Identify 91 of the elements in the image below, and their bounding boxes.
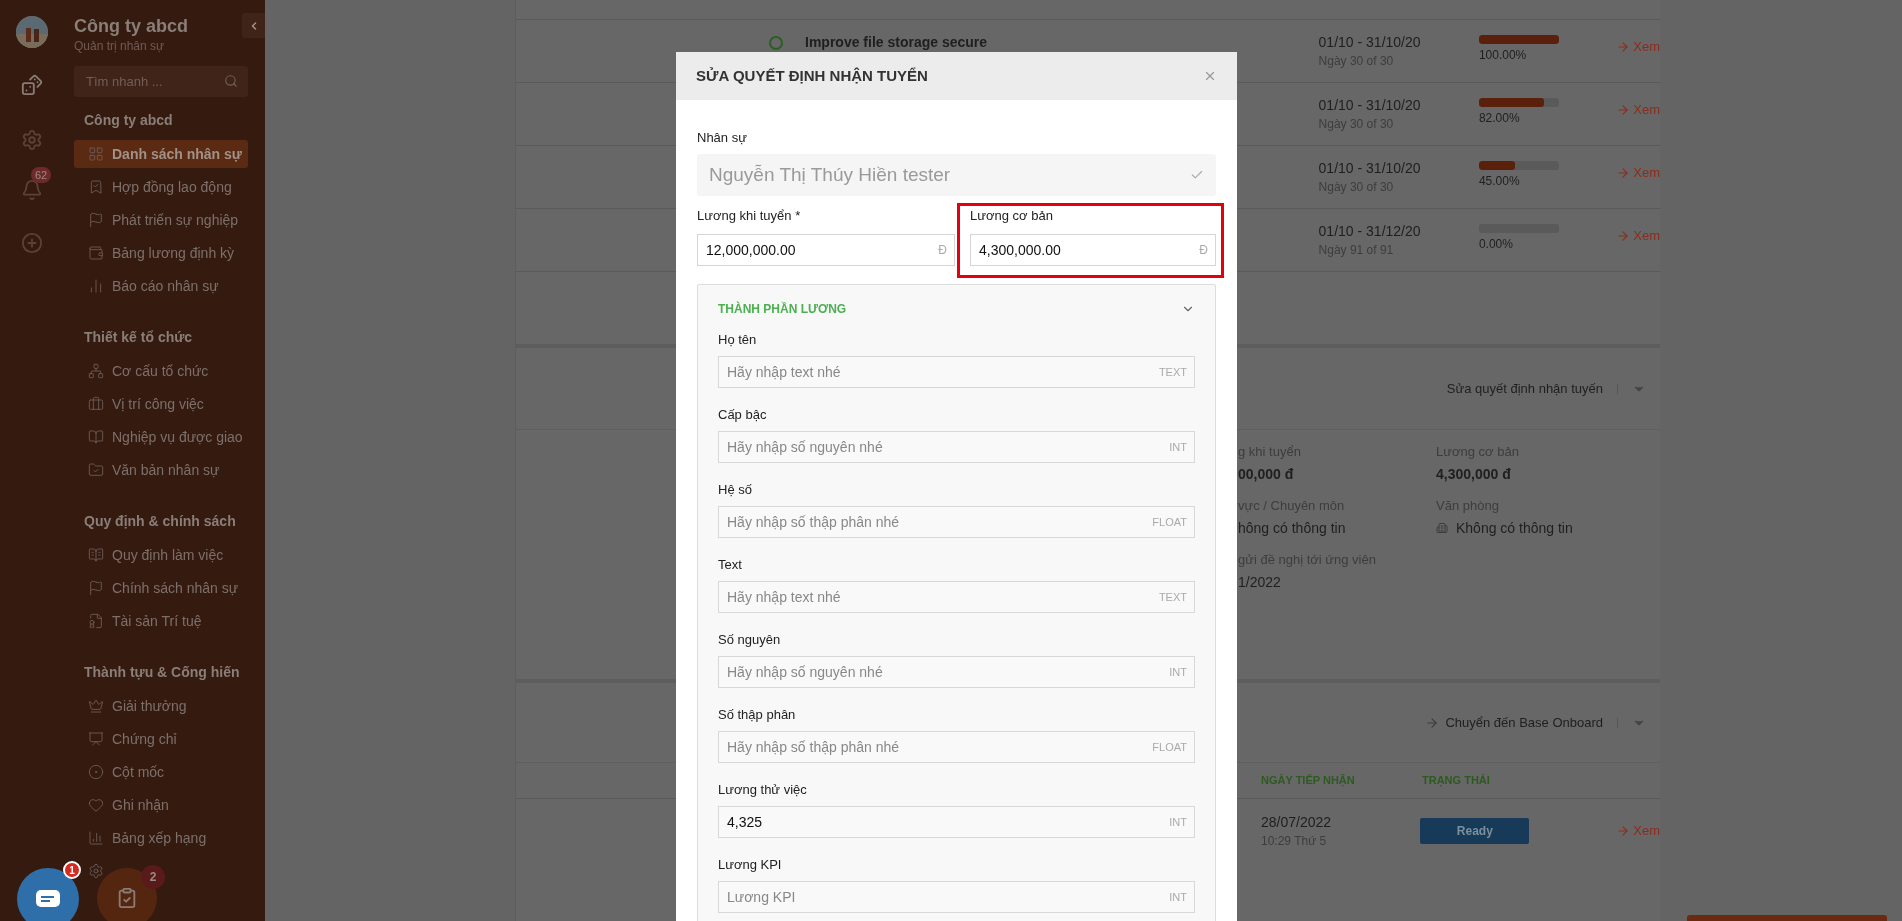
sidebar-item[interactable]: Chính sách nhân sự — [74, 574, 248, 602]
sidebar-item[interactable]: Cột mốc — [74, 758, 248, 786]
clipboard-check-icon — [116, 887, 138, 909]
sidebar-item[interactable]: Báo cáo nhân sự — [74, 272, 248, 300]
progress-percent: 100.00% — [1478, 47, 1528, 64]
arrow-right-icon — [1425, 715, 1440, 730]
search-field[interactable]: Tìm nhanh ... — [74, 66, 248, 97]
date-range: 01/10 - 31/10/20 — [1318, 33, 1422, 52]
info-value: 1/2022 — [1238, 573, 1281, 591]
currency-unit: Đ — [1199, 242, 1208, 258]
date-range: 01/10 - 31/12/20 — [1318, 222, 1422, 241]
chat-button[interactable] — [17, 868, 79, 921]
sidebar-item[interactable]: Cơ cấu tổ chức — [74, 357, 248, 385]
sidebar-item[interactable]: Văn bản nhân sự — [74, 456, 248, 484]
dice-icon[interactable] — [21, 74, 43, 96]
sidebar-item[interactable]: Hợp đồng lao động — [74, 173, 248, 201]
notification-badge: 62 — [31, 167, 52, 183]
close-icon[interactable] — [1203, 69, 1217, 83]
tasks-badge: 2 — [141, 865, 165, 889]
arrow-right-icon — [1616, 824, 1631, 838]
avatar[interactable] — [16, 16, 48, 48]
type-tag: FLOAT — [1152, 515, 1187, 529]
field-label: Lương khi tuyển * — [697, 208, 802, 224]
goal-title: Improve file storage secure — [805, 33, 988, 52]
field-label: Cấp bậc — [718, 406, 768, 423]
sidebar-item[interactable]: Quy định làm việc — [74, 541, 248, 569]
building-icon — [1436, 521, 1448, 535]
type-tag: TEXT — [1158, 590, 1187, 604]
field-label: Số nguyên — [718, 631, 782, 648]
column-header: TRẠNG THÁI — [1422, 773, 1491, 789]
progress-percent: 0.00% — [1478, 236, 1514, 253]
sidebar-item[interactable]: Bảng xếp hạng — [74, 824, 248, 852]
app-subtitle: Quản trị nhân sự — [74, 38, 166, 54]
type-tag: INT — [1169, 440, 1187, 454]
tasks-button[interactable] — [97, 868, 157, 921]
gear-icon — [88, 863, 104, 879]
date-range: 01/10 - 31/10/20 — [1318, 159, 1422, 178]
field-label: Lương KPI — [718, 856, 783, 873]
type-tag: TEXT — [1158, 365, 1187, 379]
info-value: 4,300,000 đ — [1436, 465, 1511, 483]
section-title: Công ty abcd — [83, 111, 174, 129]
sidebar-item[interactable]: Vị trí công việc — [74, 390, 248, 418]
sidebar-item[interactable]: Tài sản Trí tuệ — [74, 607, 248, 635]
accordion-header[interactable]: THÀNH PHẦN LƯƠNG — [718, 300, 1195, 318]
sidebar-item[interactable]: Phát triển sự nghiệp — [74, 206, 248, 234]
field-label: Lương cơ bản — [970, 208, 1054, 224]
modal-title: SỬA QUYẾT ĐỊNH NHẬN TUYỂN — [696, 65, 928, 86]
arrow-right-icon — [1616, 165, 1631, 180]
arrow-right-icon — [1616, 102, 1631, 117]
field-label: Nhân sự — [697, 130, 748, 146]
type-tag: INT — [1169, 815, 1187, 829]
type-tag: FLOAT — [1152, 740, 1187, 754]
chat-icon — [36, 889, 60, 909]
sidebar-item[interactable]: Giải thưởng — [74, 692, 248, 720]
type-tag: INT — [1169, 890, 1187, 904]
arrow-right-icon — [1616, 228, 1631, 243]
edit-decision-button[interactable]: Sửa quyết định nhận tuyến — [1446, 378, 1603, 399]
onboard-button[interactable]: Chuyển đến Base Onboard — [1425, 712, 1603, 733]
sidebar-item[interactable]: Ghi nhận — [74, 791, 248, 819]
arrow-right-icon — [1616, 39, 1631, 54]
section-title: Thành tựu & Cống hiến — [83, 663, 241, 681]
status-badge: Ready — [1420, 818, 1530, 844]
info-value: hông có thông tin — [1238, 519, 1346, 537]
field-label: Lương thử việc — [718, 781, 808, 798]
type-tag: INT — [1169, 665, 1187, 679]
section-title: Thiết kế tổ chức — [83, 328, 194, 346]
field-label: Số thập phân — [718, 706, 797, 723]
collapse-button[interactable] — [242, 13, 265, 38]
sidebar-item[interactable]: Danh sách nhân sự — [74, 140, 248, 168]
field-label: Text — [718, 556, 743, 573]
field-label: Hệ số — [718, 481, 753, 498]
sidebar-item[interactable]: Nghiệp vụ được giao — [74, 423, 248, 451]
info-value: Không có thông tin — [1456, 519, 1573, 537]
date-range: 01/10 - 31/10/20 — [1318, 96, 1422, 115]
sidebar-item[interactable]: Chứng chỉ — [74, 725, 248, 753]
chat-badge: 1 — [63, 861, 81, 879]
column-header: NGÀY TIẾP NHẬN — [1261, 773, 1356, 789]
add-icon[interactable] — [21, 232, 43, 254]
settings-icon[interactable] — [21, 129, 43, 151]
field-label: Họ tên — [718, 331, 758, 348]
sidebar-item[interactable]: Bảng lương định kỳ — [74, 239, 248, 267]
section-title: Quy định & chính sách — [83, 512, 237, 530]
info-value: 00,000 đ — [1238, 465, 1294, 483]
progress-percent: 45.00% — [1478, 173, 1521, 190]
bell-icon[interactable] — [21, 179, 43, 201]
check-icon — [1190, 168, 1204, 182]
currency-unit: Đ — [938, 242, 947, 258]
search-icon — [224, 74, 238, 88]
progress-percent: 82.00% — [1478, 110, 1521, 127]
company-name: Công ty abcd — [74, 15, 189, 38]
received-date: 28/07/2022 — [1261, 813, 1333, 832]
